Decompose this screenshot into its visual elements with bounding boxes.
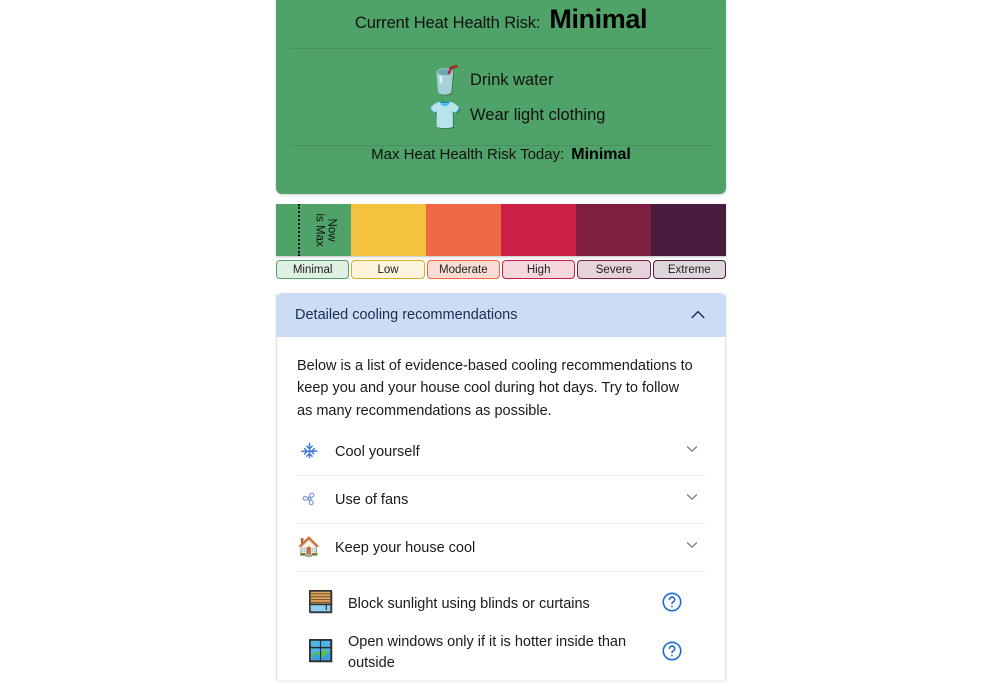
- app-root: Current Heat Health Risk: Minimal 🥤 Drin…: [0, 0, 1000, 686]
- recommendation-label-block-sunlight: Block sunlight using blinds or curtains: [348, 595, 590, 612]
- scale-segment-extreme: [651, 204, 726, 256]
- recommendation-open-windows[interactable]: Open windows only if it is hotter inside…: [297, 626, 705, 680]
- scale-chip-severe: Severe: [577, 260, 651, 279]
- max-risk-label: Max Heat Health Risk Today:: [371, 146, 565, 163]
- scale-chip-minimal: Minimal: [276, 260, 350, 279]
- accordion-keep-house-cool[interactable]: 🏠 Keep your house cool: [297, 524, 705, 573]
- current-risk-value: Minimal: [549, 4, 648, 34]
- accordion-label-use-of-fans: Use of fans: [335, 491, 409, 508]
- chevron-down-icon[interactable]: [683, 440, 701, 463]
- house-icon: 🏠: [297, 537, 321, 559]
- chevron-down-icon[interactable]: [683, 488, 701, 511]
- chevron-up-icon[interactable]: [688, 305, 708, 325]
- help-circle-icon[interactable]: [661, 591, 683, 618]
- recommendation-block-sunlight[interactable]: Block sunlight using blinds or curtains: [297, 582, 705, 626]
- now-marker-line1: Now: [326, 218, 339, 242]
- scale-segment-moderate: [426, 204, 501, 256]
- advice-item-light-clothing: 👕 Wear light clothing: [276, 98, 726, 133]
- detailed-recommendations-card: Detailed cooling recommendations Below i…: [276, 293, 726, 681]
- detailed-recommendations-body: Below is a list of evidence-based coolin…: [277, 337, 725, 680]
- advice-item-drink-water: 🥤 Drink water: [276, 63, 726, 98]
- scale-chip-extreme: Extreme: [652, 260, 726, 279]
- accordion-label-cool-yourself: Cool yourself: [335, 443, 420, 460]
- fan-icon: [297, 489, 321, 511]
- now-marker-label: Now is Max: [300, 204, 352, 256]
- t-shirt-icon: 👕: [428, 100, 462, 130]
- scale-segment-minimal: Now is Max: [276, 204, 351, 256]
- intro-paragraph: Below is a list of evidence-based coolin…: [297, 358, 693, 419]
- chevron-down-icon[interactable]: [683, 536, 701, 559]
- window-icon: [305, 637, 335, 669]
- risk-scale-bar: Now is Max: [276, 204, 726, 256]
- recommendation-label-open-windows: Open windows only if it is hotter inside…: [348, 634, 627, 672]
- risk-scale: Now is Max Minimal Low Moderate High Sev…: [276, 204, 726, 279]
- advice-label-light-clothing: Wear light clothing: [470, 106, 606, 124]
- advice-label-drink-water: Drink water: [470, 71, 554, 89]
- water-bottle-icon: 🥤: [428, 65, 462, 95]
- max-risk-value: Minimal: [571, 146, 631, 163]
- accordion-use-of-fans[interactable]: Use of fans: [297, 476, 705, 525]
- current-risk-row: Current Heat Health Risk: Minimal: [276, 0, 726, 48]
- blinds-icon: [305, 588, 335, 620]
- scale-chip-high: High: [501, 260, 576, 279]
- help-circle-icon[interactable]: [661, 640, 683, 667]
- heat-risk-card: Current Heat Health Risk: Minimal 🥤 Drin…: [276, 0, 726, 194]
- scale-chip-low: Low: [351, 260, 425, 279]
- now-marker-line2: is Max: [313, 213, 326, 247]
- detailed-recommendations-header[interactable]: Detailed cooling recommendations: [276, 293, 726, 337]
- detailed-recommendations-title: Detailed cooling recommendations: [295, 307, 518, 323]
- max-risk-row: Max Heat Health Risk Today: Minimal: [276, 146, 726, 194]
- advice-list: 🥤 Drink water 👕 Wear light clothing: [276, 49, 726, 145]
- scale-chip-moderate: Moderate: [426, 260, 500, 279]
- scale-segment-low: [351, 204, 426, 256]
- scale-segment-high: [501, 204, 576, 256]
- scale-segment-severe: [576, 204, 651, 256]
- accordion-cool-yourself[interactable]: Cool yourself: [297, 428, 705, 477]
- content-column: Current Heat Health Risk: Minimal 🥤 Drin…: [276, 0, 726, 681]
- accordion-label-keep-house-cool: Keep your house cool: [335, 539, 476, 556]
- current-risk-label: Current Heat Health Risk:: [354, 14, 541, 32]
- snowflake-icon: [297, 442, 321, 462]
- risk-scale-labels: Minimal Low Moderate High Severe Extreme: [276, 260, 726, 279]
